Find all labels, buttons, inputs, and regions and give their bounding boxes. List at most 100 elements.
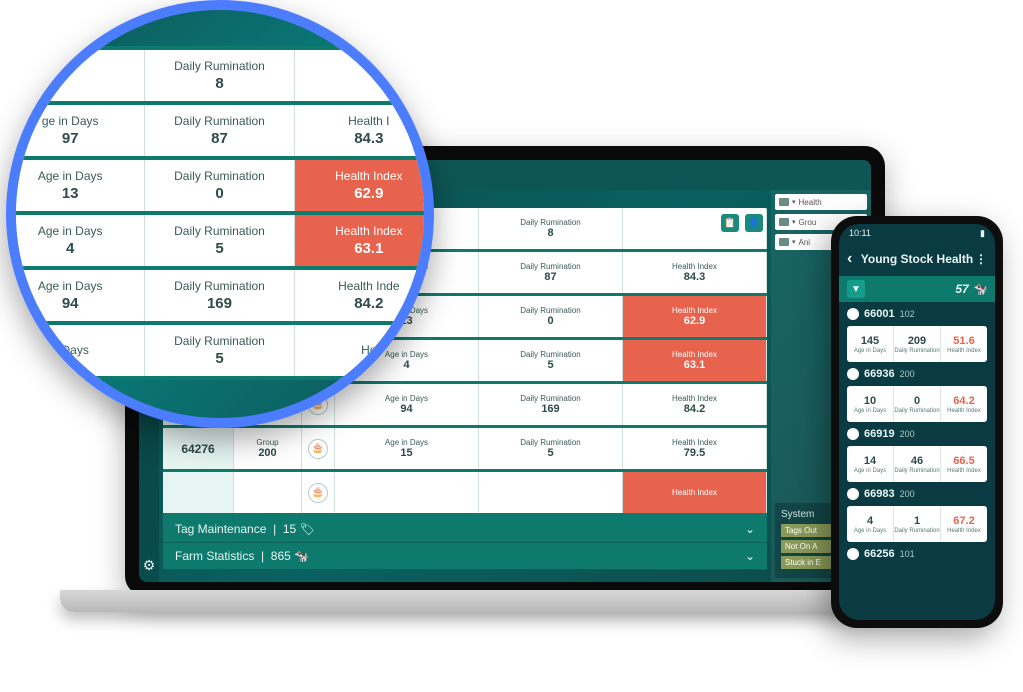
rumination-cell: Daily Rumination5: [145, 215, 294, 266]
health-index-col: 51.6Health Index: [941, 326, 987, 362]
list-item-header[interactable]: 66983 200: [847, 488, 987, 500]
tag-icon: [847, 308, 859, 320]
rumination-col: 1Daily Rumination: [894, 506, 941, 542]
phone-header: ‹ Young Stock Health ⋮: [839, 242, 995, 276]
rumination-cell: Daily Rumination5: [145, 325, 294, 376]
age-cell: Age in Days13: [6, 160, 145, 211]
chip-label: Health: [799, 198, 822, 207]
age-cell: ge in Days97: [6, 105, 145, 156]
group-cell: [233, 472, 301, 513]
status-time: 10:11: [849, 228, 871, 238]
band-label: Farm Statistics | 865 🐄: [175, 549, 309, 563]
mag-row: Daily Rumination8: [6, 46, 434, 105]
group-label: 200: [900, 429, 915, 439]
age-cell: Age in Days4: [6, 215, 145, 266]
rumination-col: 46Daily Rumination: [894, 446, 941, 482]
health-index-cell: Health Index63.1: [295, 215, 434, 266]
expand-band[interactable]: Tag Maintenance | 15 🏷⌄: [163, 516, 767, 543]
tag-icon: [847, 488, 859, 500]
laptop-base: [60, 590, 950, 612]
animal-id: 64276: [163, 428, 233, 469]
metric-card: 145Age in Days209Daily Rumination51.6Hea…: [847, 326, 987, 362]
rumination-cell: Daily Rumination0: [145, 160, 294, 211]
birthday-cell: 🎂: [301, 428, 335, 469]
rumination-cell: Daily Rumination8: [145, 50, 294, 101]
metric-card: 14Age in Days46Daily Rumination66.5Healt…: [847, 446, 987, 482]
magnifier-lens: Daily Rumination8ge in Days97Daily Rumin…: [6, 0, 434, 428]
chevron-down-icon: ⌄: [745, 549, 755, 563]
health-index-cell: [295, 50, 434, 101]
phone-filter-bar: ▼ 57 🐄: [839, 276, 995, 302]
rumination-cell: Daily Rumination87: [145, 105, 294, 156]
rumination-cell: [479, 472, 623, 513]
person-icon[interactable]: 👤: [745, 214, 763, 232]
mag-row: Age in Days94Daily Rumination169Health I…: [6, 266, 434, 325]
birthday-cell: 🎂: [301, 472, 335, 513]
health-index-col: 67.2Health Index: [941, 506, 987, 542]
gear-icon[interactable]: ⚙: [143, 557, 156, 574]
age-col: 14Age in Days: [847, 446, 894, 482]
camera-icon: [779, 238, 789, 246]
health-index-cell: He: [295, 325, 434, 376]
animal-id: [163, 472, 233, 513]
table-row[interactable]: 64276Group200🎂Age in Days15Daily Ruminat…: [163, 428, 767, 472]
list-item-header[interactable]: 66936200: [847, 368, 987, 380]
phone-list[interactable]: 66001 102 145Age in Days209Daily Ruminatio…: [839, 302, 995, 620]
group-label: 101: [900, 549, 915, 559]
rumination-cell: Daily Rumination8: [479, 208, 623, 249]
group-cell: Group200: [233, 428, 301, 469]
list-item-header[interactable]: 66919200: [847, 428, 987, 440]
menu-icon[interactable]: ⋮: [975, 252, 987, 266]
cake-icon: 🎂: [308, 483, 328, 503]
animal-id: 66983: [864, 488, 895, 500]
filter-chip[interactable]: ▾Health: [775, 194, 867, 210]
rumination-cell: Daily Rumination5: [479, 340, 623, 381]
metric-card: 4Age in Days1Daily Rumination67.2Health …: [847, 506, 987, 542]
health-index-cell: Health I84.3: [295, 105, 434, 156]
health-index-cell: Health Index: [623, 472, 767, 513]
age-cell: [6, 50, 145, 101]
clipboard-icon[interactable]: 📋: [721, 214, 739, 232]
camera-icon: [779, 218, 789, 226]
filter-count: 57 🐄: [955, 282, 987, 296]
mag-row: n DaysDaily Rumination5He: [6, 321, 434, 380]
band-label: Tag Maintenance | 15 🏷: [175, 522, 315, 536]
age-cell: [335, 472, 479, 513]
list-item-header[interactable]: 66256 101: [847, 548, 987, 560]
animal-id: 66256: [864, 548, 895, 560]
health-index-cell: Health Index63.1: [623, 340, 767, 381]
group-label: 200: [900, 489, 915, 499]
age-col: 4Age in Days: [847, 506, 894, 542]
phone-status-bar: 10:11 ▮: [839, 224, 995, 242]
table-row[interactable]: 🎂 Health Index: [163, 472, 767, 516]
age-col: 145Age in Days: [847, 326, 894, 362]
cake-icon: 🎂: [308, 439, 328, 459]
metric-card: 10Age in Days0Daily Rumination64.2Health…: [847, 386, 987, 422]
magnifier-rows: Daily Rumination8ge in Days97Daily Rumin…: [6, 46, 434, 376]
expand-band[interactable]: Farm Statistics | 865 🐄 ⌄: [163, 543, 767, 570]
health-index-col: 64.2Health Index: [941, 386, 987, 422]
age-cell: Age in Days94: [335, 384, 479, 425]
group-label: 102: [900, 309, 915, 319]
rumination-cell: Daily Rumination0: [479, 296, 623, 337]
phone-title: Young Stock Health: [839, 252, 995, 266]
age-cell: Age in Days94: [6, 270, 145, 321]
rumination-cell: Daily Rumination169: [479, 384, 623, 425]
health-index-cell: Health Index62.9: [623, 296, 767, 337]
mag-row: Age in Days4Daily Rumination5Health Inde…: [6, 211, 434, 270]
rumination-cell: Daily Rumination169: [145, 270, 294, 321]
tag-icon: [847, 428, 859, 440]
list-item-header[interactable]: 66001 102: [847, 308, 987, 320]
phone-frame: 10:11 ▮ ‹ Young Stock Health ⋮ ▼ 57 🐄 66…: [831, 216, 1003, 628]
animal-id: 66001: [864, 308, 895, 320]
health-index-cell: Health Index62.9: [295, 160, 434, 211]
action-icon-row: 📋 👤: [721, 214, 763, 232]
phone-screen: 10:11 ▮ ‹ Young Stock Health ⋮ ▼ 57 🐄 66…: [839, 224, 995, 620]
tag-icon: [847, 368, 859, 380]
cow-icon: 🐄: [972, 282, 987, 296]
tag-icon: [847, 548, 859, 560]
chip-label: Ani: [799, 238, 811, 247]
battery-icon: ▮: [980, 228, 985, 239]
filter-icon[interactable]: ▼: [847, 280, 865, 298]
mag-row: Age in Days13Daily Rumination0Health Ind…: [6, 156, 434, 215]
